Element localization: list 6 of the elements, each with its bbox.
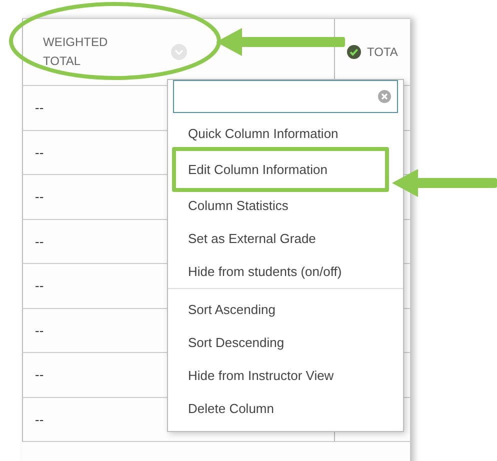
clear-icon[interactable] xyxy=(378,90,391,103)
chevron-icon[interactable] xyxy=(171,44,187,60)
column-title: TOTA xyxy=(367,44,399,61)
search-field[interactable] xyxy=(173,80,398,113)
menu-item[interactable]: Edit Column Information xyxy=(172,147,389,192)
column-title: WEIGHTED TOTAL xyxy=(43,34,109,70)
